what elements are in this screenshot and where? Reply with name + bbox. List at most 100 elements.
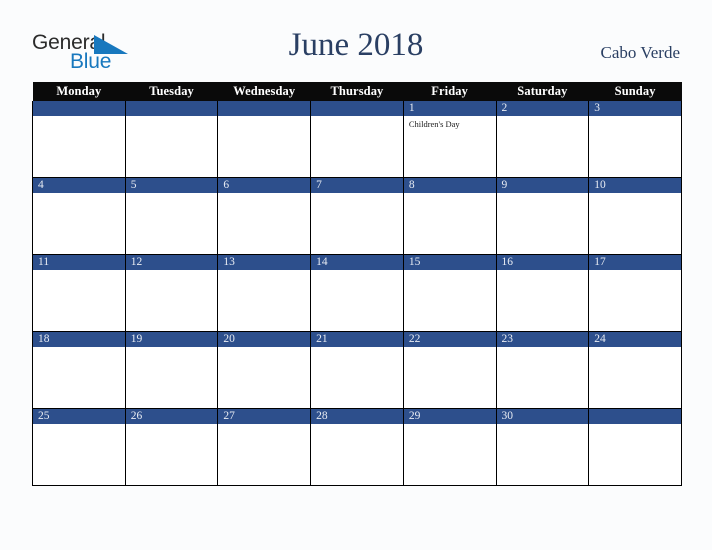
- calendar-day-cell[interactable]: [588, 408, 682, 486]
- day-events: [126, 116, 218, 119]
- calendar-day-cell[interactable]: 26: [124, 408, 219, 486]
- calendar-day-cell[interactable]: 15: [402, 254, 497, 332]
- day-number: [589, 409, 681, 424]
- calendar-week-row: 25 26 27 28 29 30: [32, 408, 682, 486]
- day-number: 10: [589, 178, 681, 193]
- calendar-day-cell[interactable]: 11: [32, 254, 126, 332]
- day-number: 5: [125, 178, 218, 193]
- calendar-week-row: 18 19 20 21 22 23 24: [32, 331, 682, 409]
- day-number: 14: [311, 255, 403, 270]
- calendar-day-cell[interactable]: 23: [495, 331, 590, 409]
- day-number: 30: [496, 409, 589, 424]
- day-number: 19: [125, 332, 218, 347]
- calendar-day-cell[interactable]: 6: [217, 177, 312, 255]
- calendar-week-row: 4 5 6 7 8 9 10: [32, 177, 682, 255]
- calendar-day-cell[interactable]: 12: [124, 254, 219, 332]
- day-number: 6: [218, 178, 311, 193]
- day-events: [589, 193, 681, 196]
- calendar-day-cell[interactable]: 29: [402, 408, 497, 486]
- day-number: 12: [125, 255, 218, 270]
- calendar-day-cell[interactable]: 18: [32, 331, 126, 409]
- day-events: [311, 424, 403, 427]
- calendar-day-cell[interactable]: 2: [495, 101, 590, 178]
- day-events: [218, 347, 310, 350]
- day-events: [33, 116, 125, 119]
- day-events: [311, 270, 403, 273]
- day-number: 18: [33, 332, 125, 347]
- day-events: [311, 347, 403, 350]
- calendar-day-cell[interactable]: 16: [495, 254, 590, 332]
- day-number: [33, 101, 125, 116]
- calendar-day-cell[interactable]: 20: [217, 331, 312, 409]
- calendar-day-cell[interactable]: 22: [402, 331, 497, 409]
- day-number: 27: [218, 409, 311, 424]
- day-events: [497, 193, 589, 196]
- calendar-day-cell[interactable]: 4: [32, 177, 126, 255]
- day-number: 26: [125, 409, 218, 424]
- calendar-day-cell[interactable]: 3: [588, 101, 682, 178]
- calendar-day-cell[interactable]: 13: [217, 254, 312, 332]
- day-events: [218, 270, 310, 273]
- calendar-day-cell[interactable]: 24: [588, 331, 682, 409]
- day-events: [589, 424, 681, 427]
- day-events: [126, 347, 218, 350]
- calendar-day-cell[interactable]: 27: [217, 408, 312, 486]
- calendar-day-cell[interactable]: 8: [402, 177, 497, 255]
- calendar-grid: Monday Tuesday Wednesday Thursday Friday…: [32, 82, 682, 486]
- calendar-day-cell[interactable]: 7: [310, 177, 404, 255]
- calendar-day-cell[interactable]: 5: [124, 177, 219, 255]
- calendar-day-cell[interactable]: 14: [310, 254, 404, 332]
- weekday-header-thursday: Thursday: [310, 82, 404, 101]
- calendar-day-cell[interactable]: [124, 101, 219, 178]
- calendar-week-row: 1 Children's Day 2 3: [32, 101, 682, 178]
- day-number: 4: [33, 178, 125, 193]
- calendar-day-cell[interactable]: 21: [310, 331, 404, 409]
- calendar-day-cell[interactable]: [217, 101, 312, 178]
- day-number: 1: [403, 101, 496, 116]
- calendar-day-cell[interactable]: 19: [124, 331, 219, 409]
- day-number: 15: [403, 255, 496, 270]
- calendar-day-cell[interactable]: [310, 101, 404, 178]
- calendar-day-cell[interactable]: 28: [310, 408, 404, 486]
- day-number: 16: [496, 255, 589, 270]
- day-number: 2: [496, 101, 589, 116]
- day-number: 3: [589, 101, 681, 116]
- day-events: [218, 424, 310, 427]
- day-number: 23: [496, 332, 589, 347]
- day-number: [125, 101, 218, 116]
- day-number: 20: [218, 332, 311, 347]
- day-events: Children's Day: [404, 116, 496, 130]
- calendar-day-cell[interactable]: 10: [588, 177, 682, 255]
- day-number: 8: [403, 178, 496, 193]
- weekday-header-monday: Monday: [32, 82, 126, 101]
- day-number: 13: [218, 255, 311, 270]
- day-number: 28: [311, 409, 403, 424]
- calendar-day-cell[interactable]: 25: [32, 408, 126, 486]
- day-number: 22: [403, 332, 496, 347]
- calendar-day-cell[interactable]: 9: [495, 177, 590, 255]
- day-events: [589, 347, 681, 350]
- calendar-day-cell[interactable]: 17: [588, 254, 682, 332]
- calendar-day-cell[interactable]: 30: [495, 408, 590, 486]
- day-events: [126, 270, 218, 273]
- day-events: [589, 116, 681, 119]
- day-number: 11: [33, 255, 125, 270]
- day-events: [218, 193, 310, 196]
- calendar-week-row: 11 12 13 14 15 16 17: [32, 254, 682, 332]
- page-header: General Blue June 2018 Cabo Verde: [0, 0, 712, 82]
- calendar-day-cell[interactable]: 1 Children's Day: [402, 101, 497, 178]
- day-number: 24: [589, 332, 681, 347]
- calendar-body: 1 Children's Day 2 3 4 5 6 7 8 9 10 11 12 13 14 15 16 17 1…: [32, 101, 682, 486]
- weekday-header-tuesday: Tuesday: [125, 82, 218, 101]
- day-number: 29: [403, 409, 496, 424]
- weekday-header-sunday: Sunday: [588, 82, 682, 101]
- day-events: [404, 270, 496, 273]
- country-label: Cabo Verde: [600, 43, 680, 62]
- day-events: [497, 347, 589, 350]
- weekday-header-wednesday: Wednesday: [217, 82, 311, 101]
- day-events: [311, 116, 403, 119]
- day-events: [126, 424, 218, 427]
- calendar-day-cell[interactable]: [32, 101, 126, 178]
- holiday-label: Children's Day: [408, 119, 460, 129]
- day-events: [33, 424, 125, 427]
